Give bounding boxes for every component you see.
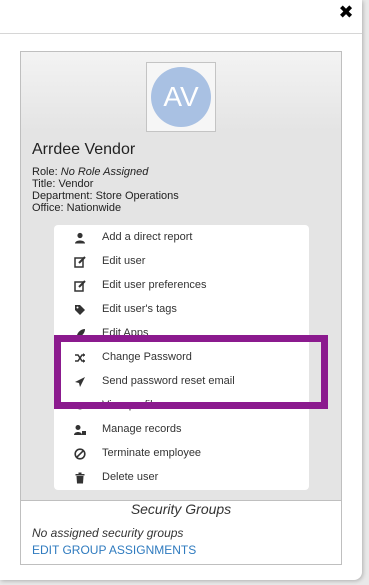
- role-row: Role: No Role Assigned: [32, 166, 179, 178]
- department-value: Store Operations: [95, 190, 179, 202]
- menu-item-change-password[interactable]: Change Password: [54, 347, 309, 371]
- ban-icon: [74, 448, 86, 460]
- trash-icon: [74, 472, 86, 484]
- user-icon: [74, 232, 86, 244]
- menu-item-manage-records[interactable]: Manage records: [54, 419, 309, 443]
- user-lock-icon: [74, 424, 86, 436]
- security-groups-empty: No assigned security groups: [32, 526, 184, 540]
- menu-item-delete-user[interactable]: Delete user: [54, 467, 309, 491]
- office-row: Office: Nationwide: [32, 202, 179, 214]
- user-card: AV Arrdee Vendor Role: No Role Assigned …: [20, 51, 342, 565]
- menu-item-edit-preferences[interactable]: Edit user preferences: [54, 275, 309, 299]
- department-label: Department:: [32, 190, 93, 202]
- user-name: Arrdee Vendor: [32, 141, 136, 158]
- rocket-icon: [74, 328, 86, 340]
- menu-item-label: View profile: [102, 399, 159, 411]
- title-label: Title:: [32, 178, 56, 190]
- menu-item-edit-apps[interactable]: Edit Apps: [54, 323, 309, 347]
- edit-icon: [74, 280, 86, 292]
- user-card-header: AV Arrdee Vendor Role: No Role Assigned …: [21, 52, 341, 500]
- menu-item-label: Add a direct report: [102, 231, 193, 243]
- send-icon: [74, 376, 86, 388]
- security-groups-title: Security Groups: [130, 501, 232, 517]
- role-value: No Role Assigned: [60, 166, 149, 178]
- menu-item-label: Change Password: [102, 351, 192, 363]
- user-actions-menu: Add a direct report Edit user Edit user …: [54, 225, 309, 490]
- menu-item-label: Manage records: [102, 423, 182, 435]
- menu-item-label: Edit user: [102, 255, 146, 267]
- menu-item-label: Send password reset email: [102, 375, 235, 387]
- edit-group-assignments-link[interactable]: EDIT GROUP ASSIGNMENTS: [32, 543, 196, 557]
- office-value: Nationwide: [66, 202, 122, 214]
- department-row: Department: Store Operations: [32, 190, 179, 202]
- menu-item-send-reset-email[interactable]: Send password reset email: [54, 371, 309, 395]
- menu-item-label: Terminate employee: [102, 447, 202, 459]
- menu-item-label: Edit Apps: [102, 327, 149, 339]
- menu-item-edit-tags[interactable]: Edit user's tags: [54, 299, 309, 323]
- modal-header: ✖: [0, 0, 362, 34]
- menu-item-label: Edit user preferences: [102, 279, 207, 291]
- role-label: Role:: [32, 166, 58, 178]
- eye-icon: [74, 400, 86, 412]
- avatar-initials: AV: [151, 67, 211, 127]
- tags-icon: [74, 304, 86, 316]
- user-info: Role: No Role Assigned Title: Vendor Dep…: [32, 166, 179, 214]
- menu-item-view-profile[interactable]: View profile: [54, 395, 309, 419]
- title-row: Title: Vendor: [32, 178, 179, 190]
- user-detail-modal: ✖ AV Arrdee Vendor Role: No Role Assigne…: [0, 0, 362, 580]
- menu-item-label: Delete user: [102, 471, 159, 483]
- edit-icon: [74, 256, 86, 268]
- menu-item-edit-user[interactable]: Edit user: [54, 251, 309, 275]
- random-icon: [74, 352, 86, 364]
- title-value: Vendor: [58, 178, 94, 190]
- close-icon[interactable]: ✖: [336, 3, 356, 23]
- menu-item-label: Edit user's tags: [102, 303, 177, 315]
- menu-item-terminate-employee[interactable]: Terminate employee: [54, 443, 309, 467]
- office-label: Office:: [32, 202, 64, 214]
- avatar: AV: [146, 62, 216, 132]
- menu-item-add-direct-report[interactable]: Add a direct report: [54, 227, 309, 251]
